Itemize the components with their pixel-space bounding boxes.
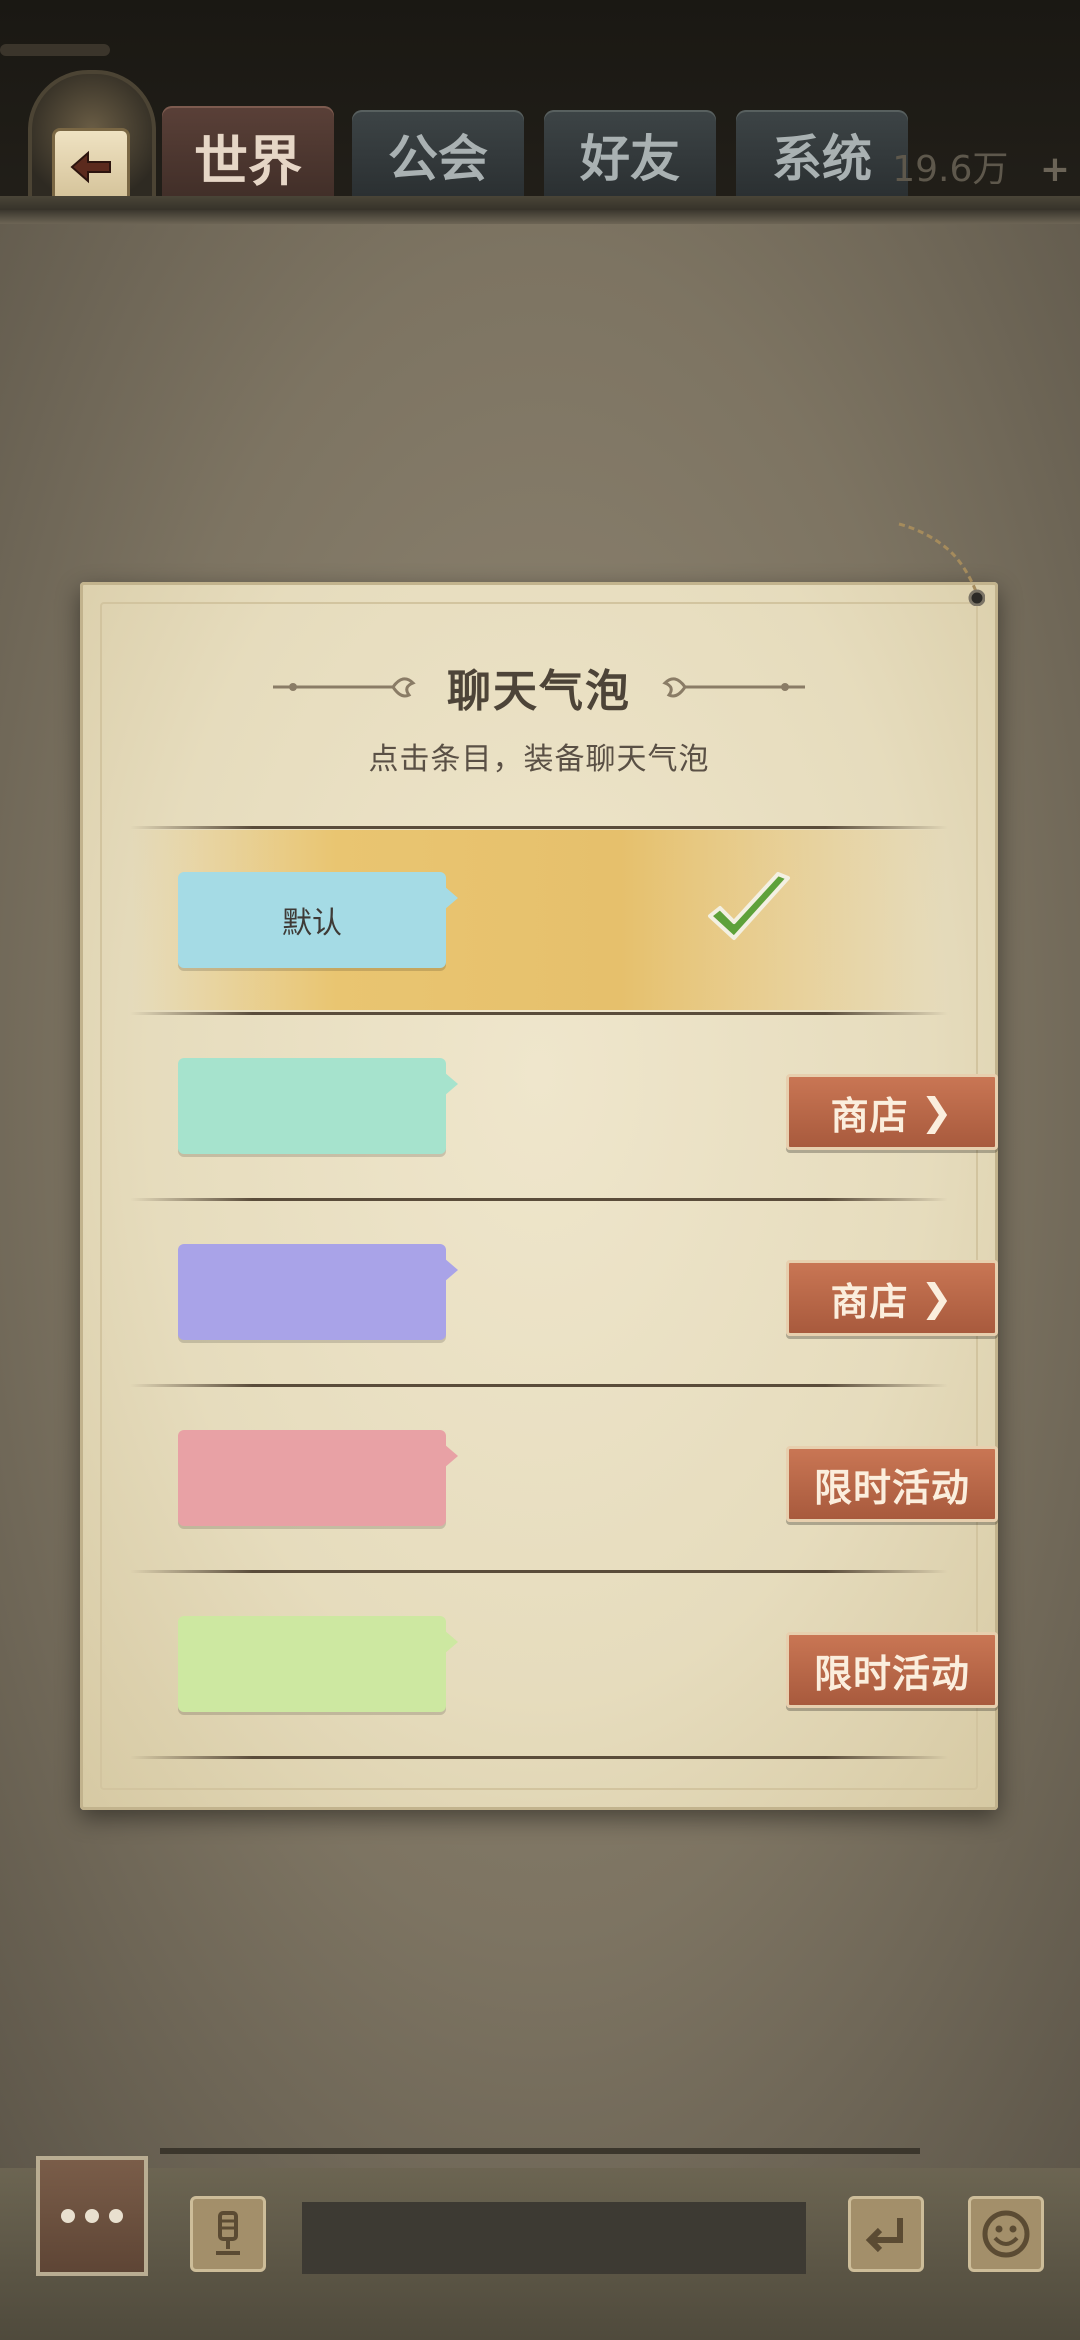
- chat-bubble-dialog: 聊天气泡 点击条目，装备聊天气泡 默认 商店 ❯ 商店 ❯ 限时活动 限时活动: [80, 582, 998, 1810]
- shop-button[interactable]: 商店 ❯: [786, 1074, 998, 1150]
- currency-display: 19.6万 +: [892, 140, 1070, 192]
- limited-event-button-label: 限时活动: [813, 1651, 970, 1696]
- emoji-icon: [982, 2210, 1030, 2258]
- back-button[interactable]: [52, 128, 130, 206]
- more-button[interactable]: [36, 2156, 148, 2276]
- ornament-left-icon: [273, 677, 416, 698]
- shop-button-label: 商店: [830, 1093, 909, 1138]
- backdrop-edge: [0, 210, 1080, 224]
- chat-bubble-preview: [178, 1244, 458, 1340]
- chevron-right-icon: ❯: [920, 1276, 954, 1320]
- dialog-header: 聊天气泡: [80, 652, 998, 722]
- dialog-title: 聊天气泡: [447, 666, 631, 717]
- divider: [130, 1384, 948, 1387]
- tab-system[interactable]: 系统: [736, 110, 908, 200]
- checkmark-icon: [708, 872, 790, 940]
- tab-guild[interactable]: 公会: [352, 110, 524, 200]
- divider: [130, 1012, 948, 1015]
- divider: [130, 1570, 948, 1573]
- tab-friends[interactable]: 好友: [544, 110, 716, 200]
- ornament-right-icon: [662, 677, 805, 698]
- bubble-item[interactable]: 商店 ❯: [132, 1016, 998, 1196]
- limited-event-button-label: 限时活动: [813, 1465, 970, 1510]
- limited-event-button[interactable]: 限时活动: [786, 1446, 998, 1522]
- enter-icon: [865, 2218, 903, 2253]
- microphone-icon: [216, 2211, 240, 2255]
- divider: [130, 826, 948, 829]
- arrow-left-icon: [70, 150, 111, 184]
- hanging-string-icon: [898, 522, 985, 606]
- bubble-item[interactable]: 限时活动: [132, 1574, 998, 1754]
- more-icon: [61, 2209, 123, 2223]
- chevron-right-icon: ❯: [920, 1090, 954, 1134]
- divider: [130, 1198, 948, 1201]
- voice-button[interactable]: [190, 2196, 266, 2272]
- currency-plus-button[interactable]: +: [1040, 149, 1070, 190]
- bubble-item-default[interactable]: 默认: [132, 830, 946, 1010]
- divider: [130, 1756, 948, 1759]
- enter-button[interactable]: [848, 2196, 924, 2272]
- tab-world[interactable]: 世界: [162, 106, 334, 206]
- currency-value: 19.6万: [892, 149, 1009, 190]
- bubble-label: 默认: [282, 906, 342, 941]
- bubble-item[interactable]: 商店 ❯: [132, 1202, 998, 1382]
- shop-button[interactable]: 商店 ❯: [786, 1260, 998, 1336]
- shop-button-label: 商店: [830, 1279, 909, 1324]
- chat-bar-rail: [160, 2148, 920, 2154]
- chat-bubble-preview: 默认: [178, 872, 458, 968]
- chat-message-input[interactable]: [302, 2202, 806, 2274]
- limited-event-button[interactable]: 限时活动: [786, 1632, 998, 1708]
- chat-bubble-preview: [178, 1430, 458, 1526]
- dialog-subtitle: 点击条目，装备聊天气泡: [368, 742, 710, 777]
- chat-bubble-preview: [178, 1616, 458, 1712]
- bubble-item[interactable]: 限时活动: [132, 1388, 998, 1568]
- emoji-button[interactable]: [968, 2196, 1044, 2272]
- chat-bubble-preview: [178, 1058, 458, 1154]
- lamp-arm-decoration: [0, 44, 110, 56]
